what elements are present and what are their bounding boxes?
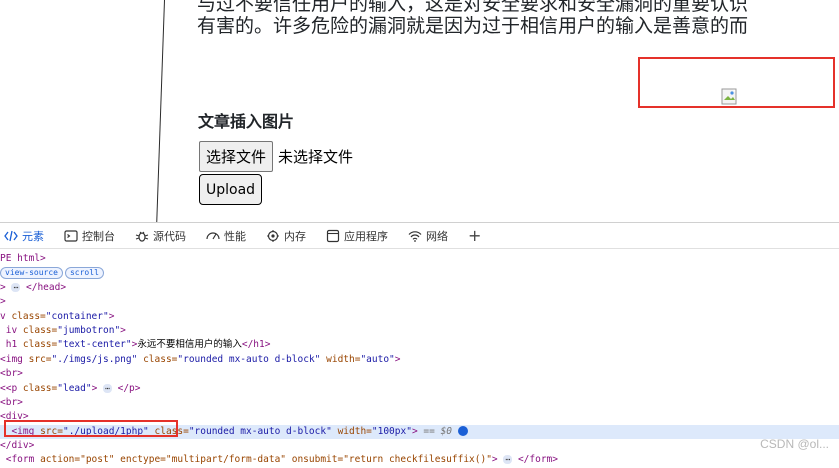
dom-line[interactable]: iv class="jumbotron"> — [0, 324, 839, 338]
add-tab-button[interactable]: + — [458, 226, 491, 245]
tab-sources[interactable]: 源代码 — [125, 223, 196, 249]
ellipsis-button[interactable]: ⋯ — [503, 455, 513, 465]
dom-line[interactable]: PE html> — [0, 252, 839, 266]
tab-label: 源代码 — [153, 229, 186, 243]
dom-line[interactable]: <br> — [0, 396, 839, 410]
tab-label: 应用程序 — [344, 229, 388, 243]
file-input[interactable]: 选择文件 未选择文件 — [199, 141, 353, 172]
rendered-node-icon[interactable] — [457, 426, 468, 437]
ellipsis-button[interactable]: ⋯ — [103, 383, 112, 393]
tab-performance[interactable]: 性能 — [196, 223, 256, 249]
content-border-line — [156, 0, 165, 222]
view-source-badge[interactable]: view-source — [0, 267, 63, 280]
page-viewport: 与过不要信任用户的输入，这是对安全要求和安全漏洞的重要认识 有害的。许多危险的漏… — [0, 0, 839, 222]
tab-console[interactable]: 控制台 — [54, 223, 125, 249]
performance-icon — [206, 231, 220, 239]
devtools-tab-bar: 元素 控制台 源代码 性能 内存 应用程序 网络 + — [0, 223, 839, 249]
tab-label: 控制台 — [82, 229, 115, 243]
broken-image-icon — [721, 88, 737, 105]
dom-line[interactable]: <form action="post" enctype="multipart/f… — [0, 453, 839, 467]
sources-bug-icon — [135, 231, 149, 242]
dom-line[interactable]: view-source scroll — [0, 266, 839, 280]
tab-network[interactable]: 网络 — [398, 223, 458, 249]
dom-line[interactable]: v class="container"> — [0, 310, 839, 324]
tab-memory[interactable]: 内存 — [256, 223, 316, 249]
tab-label: 内存 — [284, 229, 306, 243]
ellipsis-button[interactable]: ⋯ — [11, 282, 21, 292]
watermark: CSDN @ol... — [760, 437, 829, 451]
network-wifi-icon — [408, 230, 422, 242]
dom-line[interactable]: <img src="./imgs/js.png" class="rounded … — [0, 353, 839, 367]
tab-label: 元素 — [22, 229, 44, 243]
tab-label: 网络 — [426, 229, 448, 243]
dom-line[interactable]: > — [0, 295, 839, 309]
application-icon — [326, 229, 340, 242]
console-icon — [64, 229, 78, 242]
dom-line[interactable]: > ⋯ </head> — [0, 281, 839, 295]
scroll-badge[interactable]: scroll — [64, 267, 104, 280]
file-status-text: 未选择文件 — [278, 148, 354, 166]
dom-line[interactable]: </div> — [0, 439, 839, 453]
dom-line[interactable]: h1 class="text-center">永远不要相信用户的输入</h1> — [0, 338, 839, 352]
dom-line[interactable]: <br> — [0, 367, 839, 381]
section-title: 文章插入图片 — [198, 112, 295, 131]
highlight-box-img-src — [4, 420, 178, 437]
tab-application[interactable]: 应用程序 — [316, 223, 398, 249]
upload-button[interactable]: Upload — [199, 174, 263, 205]
dom-line[interactable]: <<p class="lead"> ⋯ </p> — [0, 382, 839, 396]
tab-label: 性能 — [224, 229, 246, 243]
memory-icon — [267, 229, 279, 242]
selected-node-marker: == $0 — [423, 425, 453, 437]
elements-icon — [4, 230, 18, 241]
tab-elements[interactable]: 元素 — [0, 223, 54, 249]
choose-file-button[interactable]: 选择文件 — [199, 141, 274, 172]
lead-text-line-2: 有害的。许多危险的漏洞就是因为过于相信用户的输入是善意的而 — [197, 15, 749, 37]
